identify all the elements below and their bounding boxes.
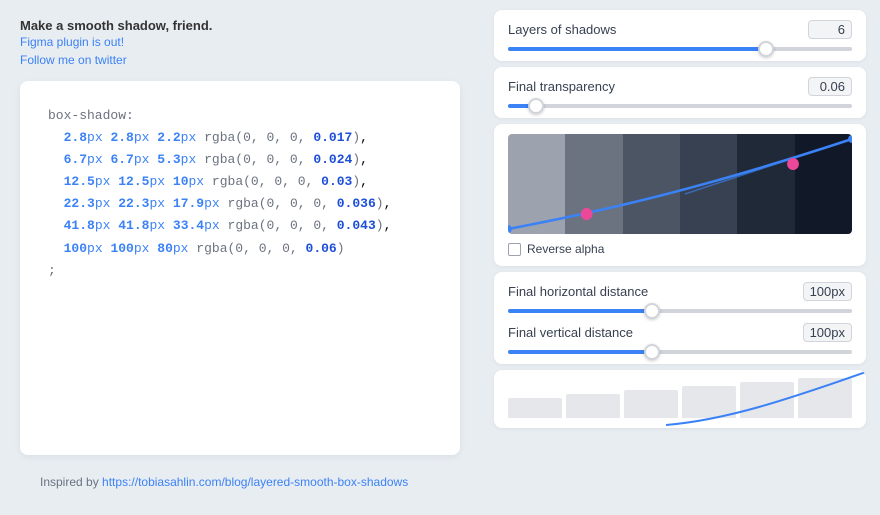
layers-slider-thumb[interactable] bbox=[758, 41, 774, 57]
transparency-card: Final transparency 0.06 bbox=[494, 67, 866, 118]
layers-slider-fill bbox=[508, 47, 766, 51]
vertical-label: Final vertical distance bbox=[508, 325, 633, 340]
bezier-svg bbox=[508, 134, 852, 234]
preview-curve-svg bbox=[666, 370, 866, 428]
twitter-link[interactable]: Follow me on twitter bbox=[20, 53, 127, 67]
vertical-value: 100px bbox=[803, 323, 852, 342]
right-panel: Layers of shadows 6 Final transparency 0… bbox=[480, 0, 880, 515]
horizontal-slider-fill bbox=[508, 309, 652, 313]
footer: Inspired by https://tobiasahlin.com/blog… bbox=[20, 467, 460, 497]
transparency-value: 0.06 bbox=[808, 77, 852, 96]
reverse-alpha-checkbox[interactable] bbox=[508, 243, 521, 256]
code-card: box-shadow: 2.8px 2.8px 2.2px rgba(0, 0,… bbox=[20, 81, 460, 455]
preview-strip-2 bbox=[566, 394, 620, 418]
horizontal-label: Final horizontal distance bbox=[508, 284, 648, 299]
left-panel: Make a smooth shadow, friend. Figma plug… bbox=[0, 0, 480, 515]
transparency-label: Final transparency bbox=[508, 79, 615, 94]
reverse-alpha-row: Reverse alpha bbox=[508, 242, 852, 256]
distance-card: Final horizontal distance 100px Final ve… bbox=[494, 272, 866, 364]
horizontal-value: 100px bbox=[803, 282, 852, 301]
horizontal-row: Final horizontal distance 100px bbox=[508, 282, 852, 313]
horizontal-slider-thumb[interactable] bbox=[644, 303, 660, 319]
bezier-card: Reverse alpha bbox=[494, 124, 866, 266]
layers-value: 6 bbox=[808, 20, 852, 39]
vertical-slider-track[interactable] bbox=[508, 350, 852, 354]
footer-link[interactable]: https://tobiasahlin.com/blog/layered-smo… bbox=[102, 475, 408, 489]
horizontal-slider-track[interactable] bbox=[508, 309, 852, 313]
vertical-row: Final vertical distance 100px bbox=[508, 323, 852, 354]
tagline: Make a smooth shadow, friend. bbox=[20, 18, 460, 33]
footer-text: Inspired by bbox=[40, 475, 102, 489]
vertical-slider-fill bbox=[508, 350, 652, 354]
layers-slider-track[interactable] bbox=[508, 47, 852, 51]
preview-card bbox=[494, 370, 866, 428]
bezier-canvas[interactable] bbox=[508, 134, 852, 234]
layers-label: Layers of shadows bbox=[508, 22, 616, 37]
vertical-slider-thumb[interactable] bbox=[644, 344, 660, 360]
layers-card: Layers of shadows 6 bbox=[494, 10, 866, 61]
reverse-alpha-label: Reverse alpha bbox=[527, 242, 604, 256]
transparency-slider-track[interactable] bbox=[508, 104, 852, 108]
preview-strip-1 bbox=[508, 398, 562, 418]
transparency-slider-thumb[interactable] bbox=[528, 98, 544, 114]
figma-link[interactable]: Figma plugin is out! bbox=[20, 35, 124, 49]
code-block: box-shadow: 2.8px 2.8px 2.2px rgba(0, 0,… bbox=[48, 105, 432, 282]
